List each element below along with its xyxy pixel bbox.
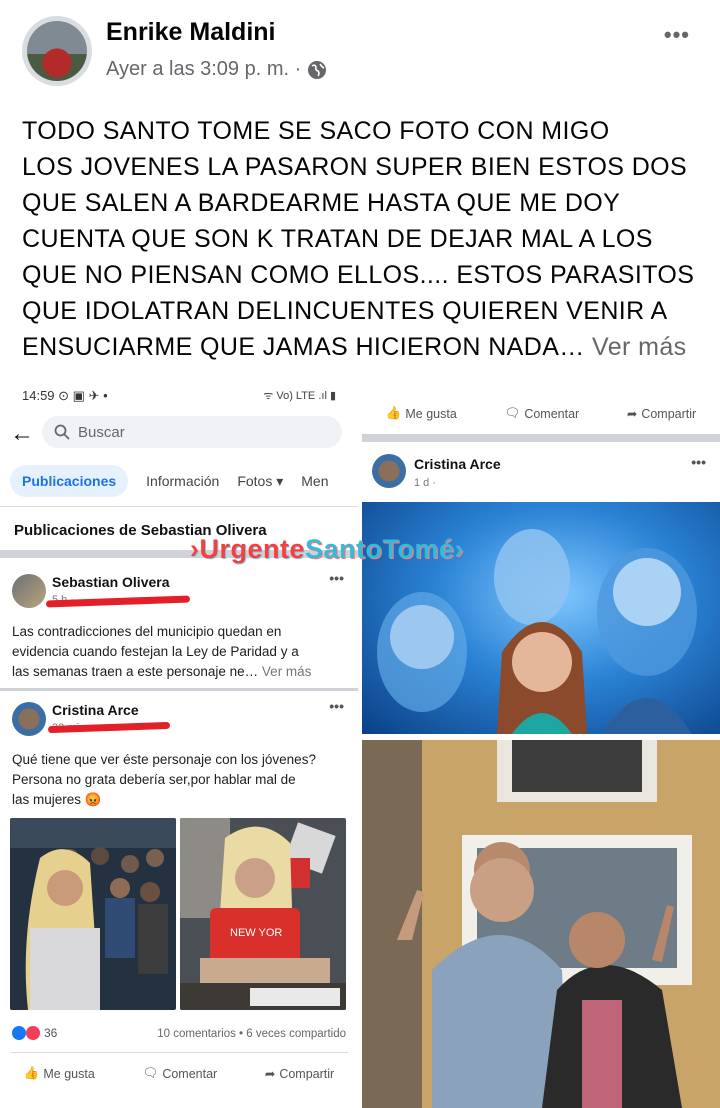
avatar xyxy=(372,454,406,488)
share-action: ➦ Compartir xyxy=(626,406,697,422)
see-more-link[interactable]: Ver más xyxy=(592,333,687,361)
reaction-count: 36 xyxy=(44,1026,58,1040)
more-options-icon: ••• xyxy=(329,570,344,586)
tab-publicaciones: Publicaciones xyxy=(10,465,129,497)
author-avatar[interactable] xyxy=(22,16,92,86)
post2-photo-radio: NEW YOR xyxy=(180,818,346,1010)
post2-text: Qué tiene que ver éste personaje con los… xyxy=(12,750,316,810)
post1-text-line-last: las semanas traen a este personaje ne… V… xyxy=(12,662,311,682)
tab-informacion: Información xyxy=(146,473,220,489)
like-label: Me gusta xyxy=(405,406,457,421)
profile-tabs: Publicaciones Información Fotos ▾ Men xyxy=(10,464,358,498)
watermark: ›UrgenteSantoTomé› xyxy=(190,534,464,565)
comment-icon: 🗨 xyxy=(504,406,521,420)
post-text-line: QUE SALEN A BARDEARME HASTA QUE ME DOY xyxy=(22,189,621,217)
see-more-link: Ver más xyxy=(261,664,312,679)
post-text-line: QUE NO PIENSAN COMO ELLOS.... ESTOS PARA… xyxy=(22,261,695,289)
status-right-icons: ᯤ Vo) LTE .ıl ▮ xyxy=(263,390,336,402)
comment-label: Comentar xyxy=(524,406,580,421)
search-box: Buscar xyxy=(42,416,342,448)
post1-text: Las contradicciones del municipio quedan… xyxy=(12,622,311,682)
thumbs-up-icon: 👍 xyxy=(23,1066,40,1080)
engagement-counts: 10 comentarios • 6 veces compartido xyxy=(157,1028,346,1040)
more-options-icon[interactable]: ••• xyxy=(664,22,690,48)
post-text-line: LOS JOVENES LA PASARON SUPER BIEN ESTOS … xyxy=(22,153,688,181)
post2-text-line: las mujeres 😡 xyxy=(12,792,102,807)
svg-text:NEW YOR: NEW YOR xyxy=(230,927,282,939)
right-screenshot: 👍 Me gusta 🗨 Comentar ➦ Compartir Cristina … xyxy=(362,370,720,1108)
action-row: 👍 Me gusta 🗨 Comentar ➦ Compartir xyxy=(362,406,720,421)
watermark-part2: SantoTomé› xyxy=(305,534,465,564)
search-icon xyxy=(54,424,70,440)
comment-icon: 🗨 xyxy=(142,1066,159,1080)
author-name[interactable]: Enrike Maldini xyxy=(106,18,275,47)
more-options-icon: ••• xyxy=(329,698,344,714)
timestamp-text[interactable]: Ayer a las 3:09 p. m. · xyxy=(106,58,301,81)
avatar xyxy=(12,574,46,608)
search-placeholder: Buscar xyxy=(78,423,125,441)
divider xyxy=(362,434,720,442)
tab-fotos: Fotos ▾ xyxy=(237,472,284,489)
post2-text-line: Qué tiene que ver éste personaje con los… xyxy=(12,752,316,767)
post1-text-line: evidencia cuando festejan la Ley de Pari… xyxy=(12,644,299,659)
more-options-icon: ••• xyxy=(691,454,706,470)
globe-icon xyxy=(308,60,327,79)
share-icon: ➦ xyxy=(264,1067,276,1081)
comment-label: Comentar xyxy=(162,1066,218,1081)
divider xyxy=(0,506,358,507)
action-row: 👍 Me gusta 🗨 Comentar ➦ Compartir xyxy=(0,1066,358,1081)
post-timestamp[interactable]: Ayer a las 3:09 p. m. · xyxy=(106,58,327,81)
post2-text-line: Persona no grata debería ser,por hablar … xyxy=(12,772,296,787)
avatar xyxy=(12,702,46,736)
like-reaction-icon xyxy=(12,1026,26,1040)
divider xyxy=(0,688,358,691)
share-action: ➦ Compartir xyxy=(264,1066,335,1082)
post1-text-line: Las contradicciones del municipio quedan… xyxy=(12,624,282,639)
comment-action: 🗨 Comentar xyxy=(504,406,579,421)
post1-name: Sebastian Olivera xyxy=(52,574,170,590)
share-icon: ➦ xyxy=(626,407,638,421)
share-label: Compartir xyxy=(279,1066,335,1081)
back-arrow-icon: ← xyxy=(10,420,34,447)
love-reaction-icon xyxy=(26,1026,40,1040)
right-post-name: Cristina Arce xyxy=(414,456,501,472)
comment-action: 🗨 Comentar xyxy=(142,1066,217,1081)
reactions-summary: 36 xyxy=(12,1026,57,1040)
post-header: Enrike Maldini Ayer a las 3:09 p. m. · •… xyxy=(0,0,720,100)
share-label: Compartir xyxy=(641,406,697,421)
post-text-line: ENSUCIARME QUE JAMAS HICIERON NADA… xyxy=(22,333,585,361)
tab-more: Men xyxy=(301,473,329,489)
thumbs-up-icon: 👍 xyxy=(385,406,402,420)
like-action: 👍 Me gusta xyxy=(386,406,457,421)
post-text: TODO SANTO TOME SE SACO FOTO CON MIGO LO… xyxy=(22,113,712,365)
watermark-part1: ›Urgente xyxy=(190,534,306,564)
post-text-last-line: ENSUCIARME QUE JAMAS HICIERON NADA… Ver … xyxy=(22,329,712,365)
status-time: 14:59 xyxy=(22,388,55,403)
divider xyxy=(10,1052,348,1053)
post1-text-line: las semanas traen a este personaje ne… xyxy=(12,664,259,679)
post-text-line: QUE IDOLATRAN DELINCUENTES QUIEREN VENIR… xyxy=(22,297,668,325)
post-photo[interactable]: 14:59 ⊙ ▣ ✈ • ᯤ Vo) LTE .ıl ▮ ← Buscar P… xyxy=(0,370,720,1108)
phone-screenshot: 14:59 ⊙ ▣ ✈ • ᯤ Vo) LTE .ıl ▮ ← Buscar P… xyxy=(0,370,358,1108)
post-text-line: CUENTA QUE SON K TRATAN DE DEJAR MAL A L… xyxy=(22,225,653,253)
like-action: 👍 Me gusta xyxy=(24,1066,95,1081)
right-post-time: 1 d · xyxy=(414,477,437,489)
like-label: Me gusta xyxy=(43,1066,95,1081)
status-bar: 14:59 ⊙ ▣ ✈ • xyxy=(22,388,108,404)
post2-name: Cristina Arce xyxy=(52,702,139,718)
status-icons: ⊙ ▣ ✈ • xyxy=(58,388,108,403)
post-text-line: TODO SANTO TOME SE SACO FOTO CON MIGO xyxy=(22,117,610,145)
post2-photo-crowd xyxy=(10,818,176,1010)
group-photo xyxy=(362,740,720,1108)
